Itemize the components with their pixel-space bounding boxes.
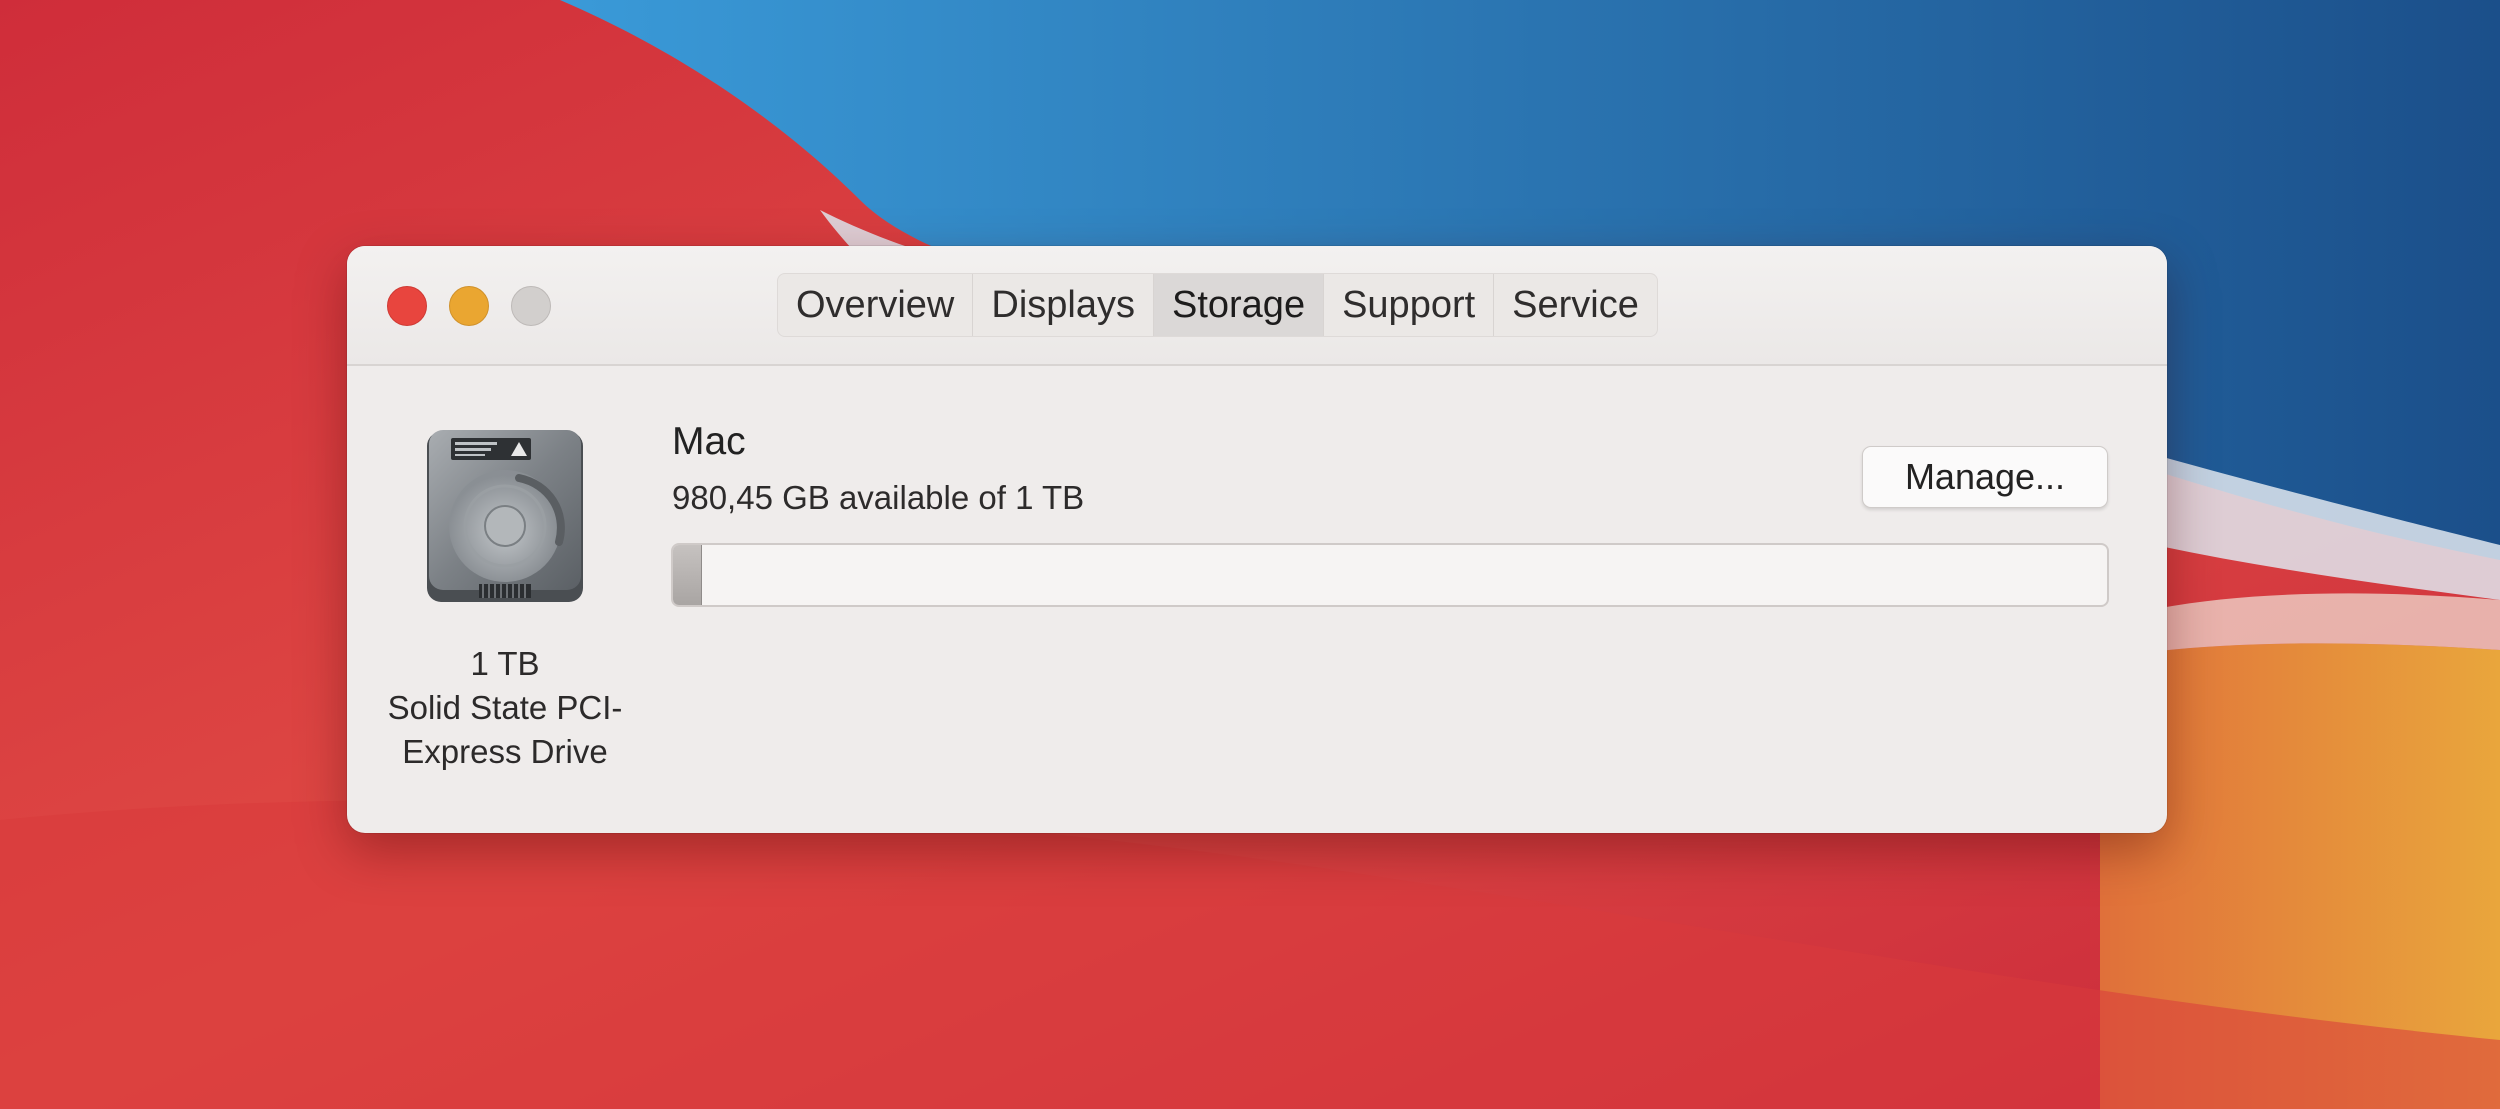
zoom-button[interactable] [511, 286, 551, 326]
desktop: Overview Displays Storage Support Servic… [0, 0, 2500, 1109]
volume-availability: 980,45 GB available of 1 TB [672, 479, 1085, 516]
drive-type-line1: Solid State PCI- [387, 689, 623, 726]
tab-displays[interactable]: Displays [973, 274, 1154, 336]
manage-button[interactable]: Manage... [1862, 446, 2108, 508]
hard-drive-icon [427, 430, 583, 602]
tab-service[interactable]: Service [1494, 274, 1657, 336]
tab-overview[interactable]: Overview [778, 274, 974, 336]
about-this-mac-window: Overview Displays Storage Support Servic… [347, 246, 2167, 833]
drive-capacity: 1 TB [470, 645, 540, 682]
volume-name: Mac [672, 420, 746, 463]
storage-used-segment [673, 545, 702, 605]
drive-type-line2: Express Drive [402, 733, 608, 770]
close-button[interactable] [387, 286, 427, 326]
window-titlebar[interactable]: Overview Displays Storage Support Servic… [347, 246, 2167, 366]
tab-storage[interactable]: Storage [1153, 274, 1325, 336]
tab-support[interactable]: Support [1324, 274, 1495, 336]
tab-bar: Overview Displays Storage Support Servic… [777, 273, 1658, 337]
drive-caption: 1 TB Solid State PCI- Express Drive [367, 642, 643, 774]
storage-usage-bar [671, 543, 2109, 607]
minimize-button[interactable] [449, 286, 489, 326]
